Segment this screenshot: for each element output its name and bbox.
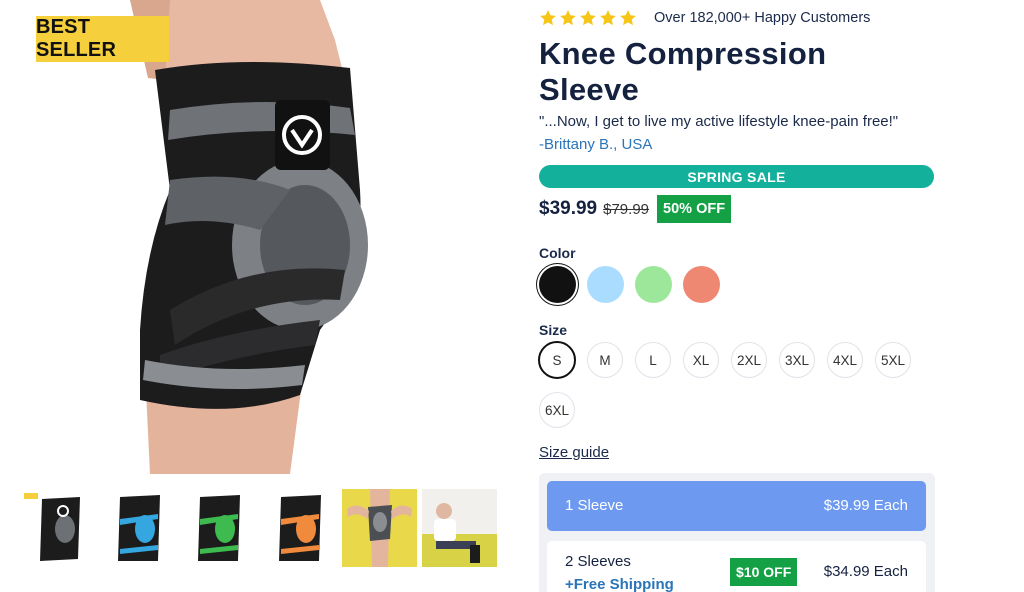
rating-text: Over 182,000+ Happy Customers <box>654 10 871 26</box>
color-swatch-salmon[interactable] <box>683 266 720 303</box>
main-product-image[interactable] <box>20 0 498 474</box>
thumbnail-3[interactable] <box>180 489 255 567</box>
bundle-price: $34.99 Each <box>823 563 908 580</box>
size-label: Size <box>539 322 568 338</box>
star-icon <box>600 10 616 26</box>
size-option-xl[interactable]: XL <box>683 342 719 378</box>
color-swatch-green[interactable] <box>635 266 672 303</box>
spring-sale-banner: SPRING SALE <box>539 165 934 188</box>
size-option-2xl[interactable]: 2XL <box>731 342 767 378</box>
thumbnail-5[interactable] <box>342 489 417 567</box>
testimonial-quote: "...Now, I get to live my active lifesty… <box>539 113 899 130</box>
thumbnail-6[interactable] <box>422 489 497 567</box>
current-price: $39.99 <box>539 198 598 219</box>
star-rating <box>539 9 637 27</box>
star-icon <box>540 10 556 26</box>
bundle-name: 1 Sleeve <box>565 497 624 514</box>
size-options: S M L XL 2XL 3XL 4XL 5XL 6XL <box>538 341 959 432</box>
testimonial-author: -Brittany B., USA <box>539 136 653 153</box>
bundle-price: $39.99 Each <box>823 497 908 514</box>
bundle-name: 2 Sleeves <box>565 553 631 570</box>
star-icon <box>560 10 576 26</box>
size-option-l[interactable]: L <box>635 342 671 378</box>
size-option-4xl[interactable]: 4XL <box>827 342 863 378</box>
size-option-5xl[interactable]: 5XL <box>875 342 911 378</box>
bundle-option-2-sleeves[interactable]: 2 Sleeves +Free Shipping $10 OFF $34.99 … <box>547 541 926 592</box>
thumbnail-2[interactable] <box>100 489 175 567</box>
bundle-discount-badge: $10 OFF <box>730 558 798 586</box>
color-swatch-black[interactable] <box>539 266 576 303</box>
size-option-3xl[interactable]: 3XL <box>779 342 815 378</box>
star-icon <box>620 10 636 26</box>
free-shipping-label: +Free Shipping <box>565 576 674 592</box>
thumbnail-1[interactable] <box>20 489 95 567</box>
best-seller-badge: BEST SELLER <box>36 16 169 62</box>
size-option-s[interactable]: S <box>538 341 576 379</box>
thumbnail-strip <box>20 489 498 567</box>
size-guide-link[interactable]: Size guide <box>539 444 609 461</box>
compare-price: $79.99 <box>603 200 650 218</box>
discount-badge: 50% OFF <box>657 195 732 223</box>
color-swatch-light-blue[interactable] <box>587 266 624 303</box>
size-option-m[interactable]: M <box>587 342 623 378</box>
bundle-options: 1 Sleeve $39.99 Each 2 Sleeves +Free Shi… <box>539 473 935 592</box>
bundle-option-1-sleeve[interactable]: 1 Sleeve $39.99 Each <box>547 481 926 531</box>
thumbnail-4[interactable] <box>261 489 336 567</box>
size-option-6xl[interactable]: 6XL <box>539 392 575 428</box>
product-title: Knee Compression Sleeve <box>539 36 827 107</box>
star-icon <box>580 10 596 26</box>
rating-row: Over 182,000+ Happy Customers <box>539 8 870 28</box>
price-row: $39.99 $79.99 50% OFF <box>539 194 732 224</box>
color-label: Color <box>539 245 576 261</box>
